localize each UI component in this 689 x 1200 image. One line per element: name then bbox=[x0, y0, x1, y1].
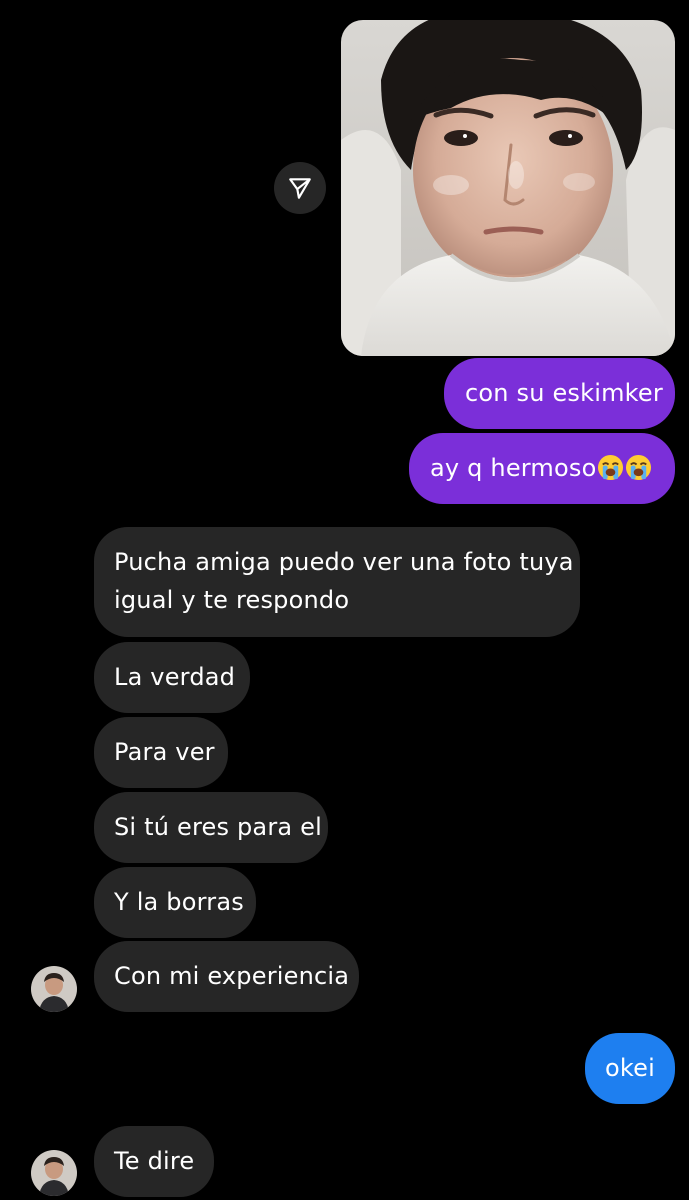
received-message[interactable]: Y la borras bbox=[94, 867, 256, 938]
message-text: con su eskimker bbox=[465, 379, 663, 407]
message-text: La verdad bbox=[114, 663, 236, 691]
share-button[interactable] bbox=[274, 162, 326, 214]
shared-photo[interactable] bbox=[341, 20, 675, 356]
received-message[interactable]: Si tú eres para el bbox=[94, 792, 328, 863]
received-message[interactable]: Para ver bbox=[94, 717, 228, 788]
message-text: Te dire bbox=[114, 1147, 195, 1175]
avatar[interactable] bbox=[31, 1150, 77, 1196]
message-text-line: igual y te respondo bbox=[114, 586, 350, 614]
message-text: Si tú eres para el bbox=[114, 813, 322, 841]
avatar-image bbox=[31, 1150, 77, 1196]
received-message[interactable]: Con mi experiencia bbox=[94, 941, 359, 1012]
loudly-crying-face-emoji bbox=[625, 454, 652, 492]
message-text-line: Pucha amiga puedo ver una foto tuya bbox=[114, 548, 574, 576]
received-message[interactable]: Pucha amiga puedo ver una foto tuya igua… bbox=[94, 527, 580, 637]
message-text: Y la borras bbox=[114, 888, 244, 916]
avatar-image bbox=[31, 966, 77, 1012]
message-text: Con mi experiencia bbox=[114, 962, 350, 990]
loudly-crying-face-emoji bbox=[597, 454, 624, 492]
message-text: ay q hermoso bbox=[430, 454, 597, 482]
selfie-photo-image bbox=[341, 20, 675, 356]
paper-plane-icon bbox=[289, 178, 311, 199]
sent-message[interactable]: okei bbox=[585, 1033, 675, 1104]
avatar[interactable] bbox=[31, 966, 77, 1012]
received-message[interactable]: Te dire bbox=[94, 1126, 214, 1197]
sent-message[interactable]: con su eskimker bbox=[444, 358, 675, 429]
message-text: Para ver bbox=[114, 738, 215, 766]
received-message[interactable]: La verdad bbox=[94, 642, 250, 713]
sent-message[interactable]: ay q hermoso bbox=[409, 433, 675, 504]
message-text: okei bbox=[605, 1054, 655, 1082]
